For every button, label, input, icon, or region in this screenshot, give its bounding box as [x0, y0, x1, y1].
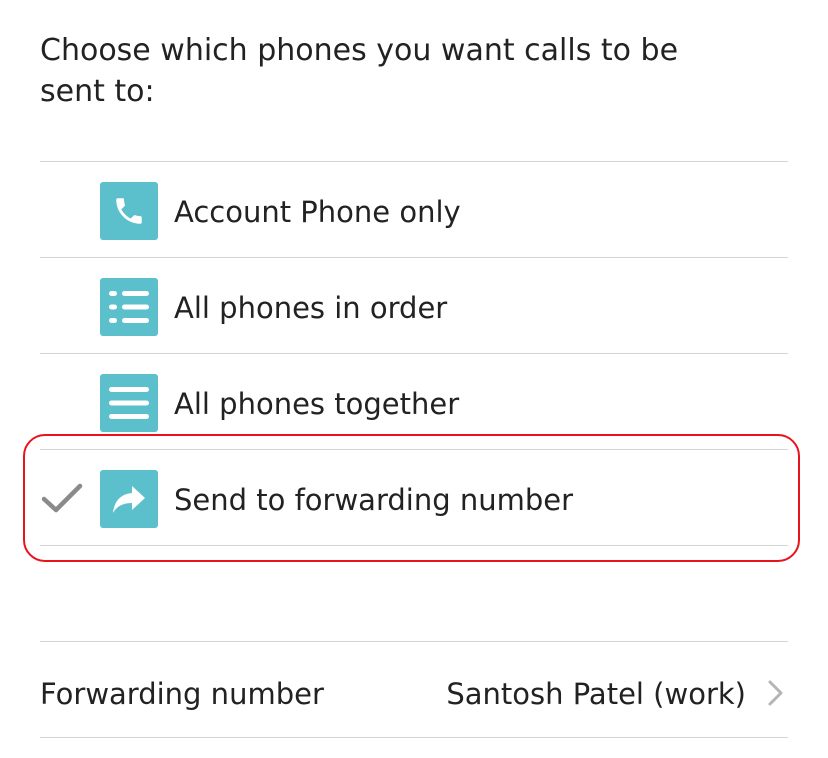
checkmark-icon — [40, 480, 84, 516]
forwarding-number-value: Santosh Patel (work) — [446, 677, 746, 711]
list-order-icon — [100, 278, 158, 336]
phone-icon — [100, 182, 158, 240]
option-all-phones-in-order[interactable]: All phones in order — [40, 258, 788, 353]
option-label: Send to forwarding number — [174, 483, 574, 517]
forward-arrow-icon — [100, 470, 158, 528]
forwarding-number-label: Forwarding number — [40, 677, 324, 711]
option-account-phone-only[interactable]: Account Phone only — [40, 162, 788, 257]
chevron-right-icon — [764, 678, 786, 708]
forwarding-number-row[interactable]: Forwarding number Santosh Patel (work) — [40, 642, 788, 737]
option-label: All phones in order — [174, 291, 448, 325]
divider — [40, 737, 788, 738]
option-label: Account Phone only — [174, 195, 461, 229]
option-label: All phones together — [174, 387, 460, 421]
option-send-to-forwarding-number[interactable]: Send to forwarding number — [40, 450, 788, 545]
page-heading: Choose which phones you want calls to be… — [40, 33, 679, 109]
divider — [40, 545, 788, 546]
list-together-icon — [100, 374, 158, 432]
option-all-phones-together[interactable]: All phones together — [40, 354, 788, 449]
